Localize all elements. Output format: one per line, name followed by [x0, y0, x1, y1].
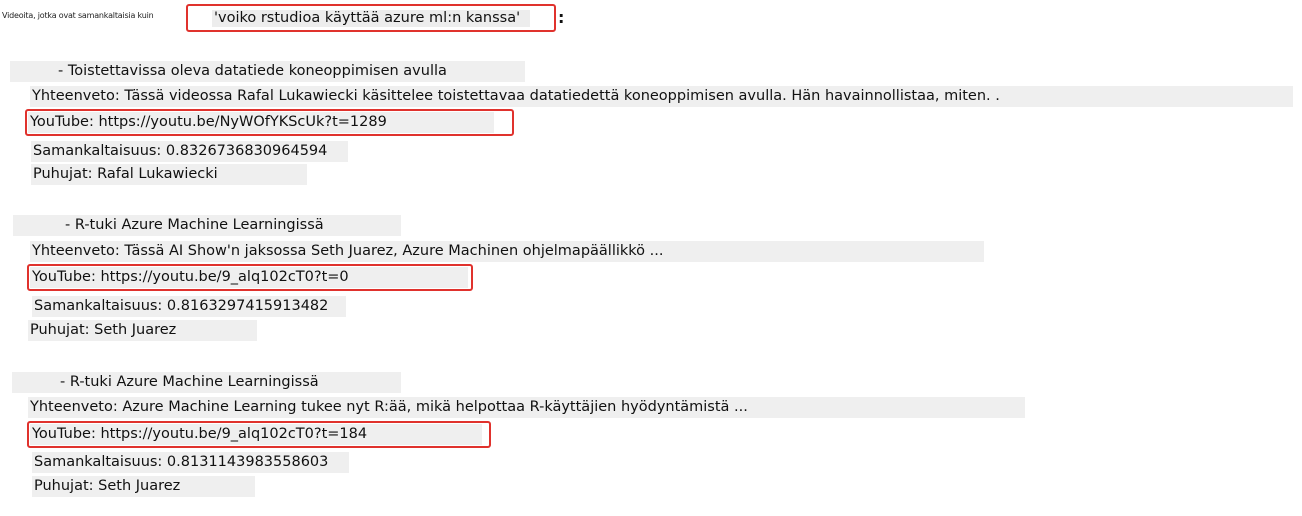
result-3-summary: Yhteenveto: Azure Machine Learning tukee… — [28, 397, 1025, 418]
result-2-speakers: Puhujat: Seth Juarez — [28, 320, 257, 341]
result-2-title: - R-tuki Azure Machine Learningissä — [13, 215, 401, 236]
result-3-link-highlight-box — [27, 421, 491, 448]
result-1-link-highlight-box — [25, 109, 514, 136]
query-text: 'voiko rstudioa käyttää azure ml:n kanss… — [212, 10, 531, 27]
result-3-speakers: Puhujat: Seth Juarez — [32, 476, 255, 497]
result-1-speakers: Puhujat: Rafal Lukawiecki — [31, 164, 307, 185]
result-1-summary: Yhteenveto: Tässä videossa Rafal Lukawie… — [30, 86, 1293, 107]
result-2-summary: Yhteenveto: Tässä AI Show'n jaksossa Set… — [30, 241, 984, 262]
query-colon: : — [558, 8, 565, 27]
result-3-similarity: Samankaltaisuus: 0.8131143983558603 — [32, 452, 349, 473]
result-1-similarity: Samankaltaisuus: 0.8326736830964594 — [31, 141, 348, 162]
query-label: Videoita, jotka ovat samankaltaisia kuin — [2, 11, 154, 20]
result-1-title: - Toistettavissa oleva datatiede koneopp… — [10, 61, 525, 82]
result-2-link-highlight-box — [27, 264, 473, 291]
result-2-similarity: Samankaltaisuus: 0.8163297415913482 — [32, 296, 346, 317]
result-3-title: - R-tuki Azure Machine Learningissä — [12, 372, 401, 393]
